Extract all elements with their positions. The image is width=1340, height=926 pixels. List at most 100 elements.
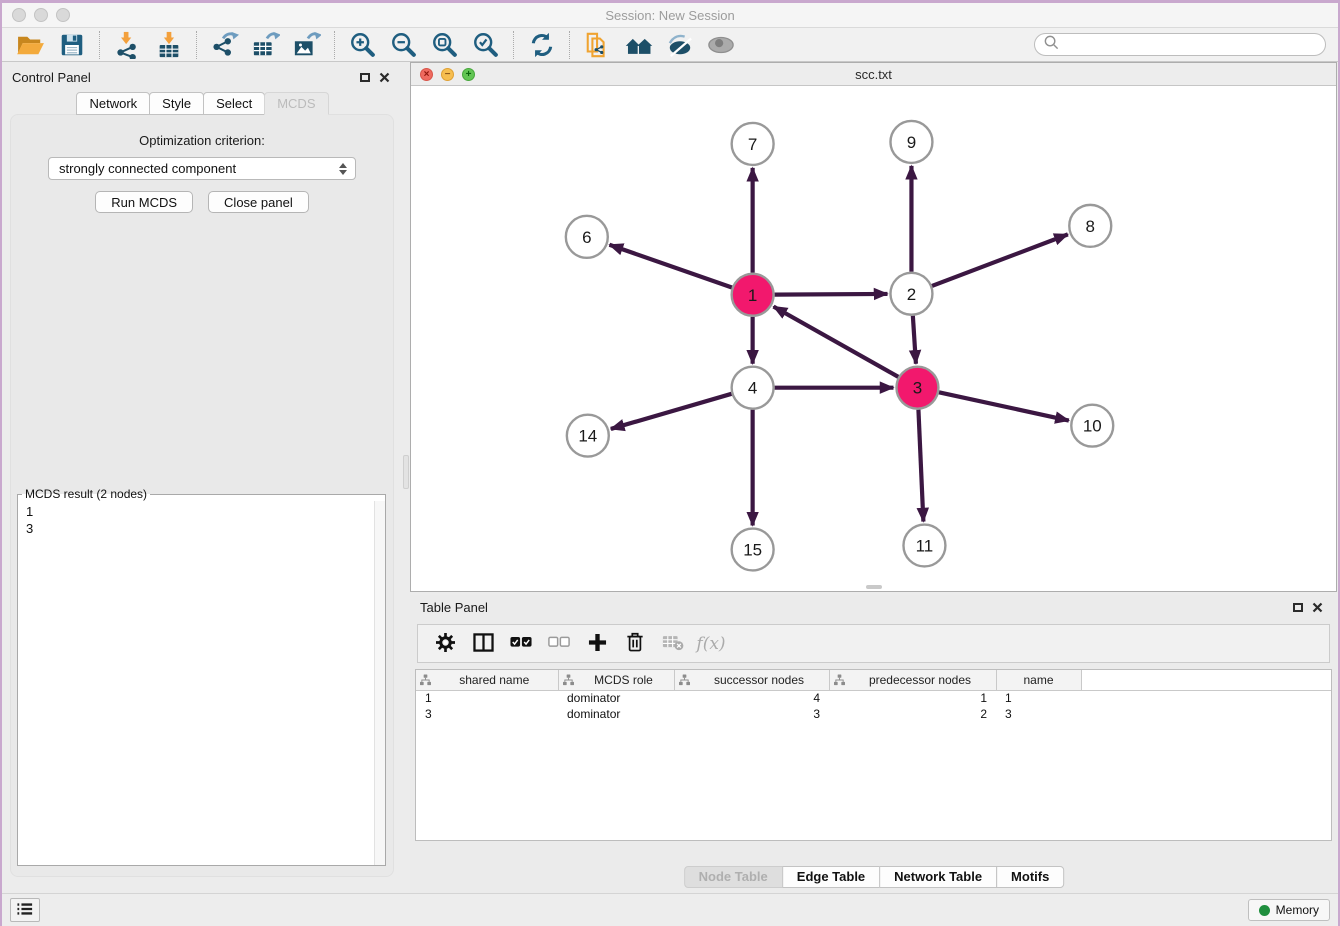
run-mcds-button[interactable]: Run MCDS — [95, 191, 193, 213]
column-header[interactable]: predecessor nodes — [829, 670, 996, 690]
tab-edge-table[interactable]: Edge Table — [782, 866, 880, 888]
graph-edge-2-3[interactable] — [913, 316, 916, 364]
add-row-button[interactable] — [583, 629, 611, 659]
table-cell[interactable]: dominator — [558, 706, 674, 722]
graph-node-3[interactable]: 3 — [896, 367, 938, 409]
window-titlebar: Session: New Session — [2, 3, 1338, 28]
graph-node-4[interactable]: 4 — [732, 367, 774, 409]
table-row[interactable]: 1dominator411 — [416, 690, 1331, 706]
svg-text:10: 10 — [1083, 417, 1102, 436]
graph-node-15[interactable]: 15 — [732, 529, 774, 571]
svg-text:7: 7 — [748, 135, 757, 154]
column-header[interactable]: shared name — [416, 670, 558, 690]
result-scrollbar[interactable] — [374, 501, 385, 865]
export-table-button[interactable] — [245, 30, 286, 60]
table-settings-button[interactable] — [431, 629, 459, 659]
table-cell[interactable]: 4 — [674, 690, 829, 706]
canvas-hscrollbar[interactable] — [866, 585, 882, 589]
zoom-fit-button[interactable] — [424, 30, 465, 60]
graph-edge-3-10[interactable] — [939, 392, 1069, 420]
graph-edge-2-8[interactable] — [932, 234, 1068, 286]
table-row[interactable]: 3dominator323 — [416, 706, 1331, 722]
window-close-button[interactable] — [12, 8, 26, 22]
copy-style-button[interactable] — [577, 30, 618, 60]
show-all-button[interactable] — [700, 30, 741, 60]
table-cell-filler — [1081, 706, 1331, 722]
mcds-result-list: 13 — [18, 501, 385, 865]
zoom-in-button[interactable] — [342, 30, 383, 60]
unselect-all-button[interactable] — [545, 629, 573, 659]
panel-splitter[interactable] — [402, 62, 410, 893]
network-minimize-button[interactable]: − — [441, 68, 454, 81]
close-panel-button[interactable]: Close panel — [208, 191, 309, 213]
open-file-button[interactable] — [10, 30, 51, 60]
optimization-select[interactable]: strongly connected component — [48, 157, 356, 180]
network-close-button[interactable]: × — [420, 68, 433, 81]
trash-icon — [626, 632, 644, 655]
zoom-out-button[interactable] — [383, 30, 424, 60]
graph-node-11[interactable]: 11 — [903, 525, 945, 567]
graph-edge-3-11[interactable] — [918, 410, 923, 522]
save-session-button[interactable] — [51, 30, 92, 60]
table-cell[interactable]: dominator — [558, 690, 674, 706]
float-table-panel-icon[interactable] — [1293, 603, 1303, 612]
function-icon: f(x) — [696, 634, 725, 654]
window-zoom-button[interactable] — [56, 8, 70, 22]
export-image-button[interactable] — [286, 30, 327, 60]
column-filler — [1081, 670, 1331, 690]
table-cell[interactable]: 3 — [996, 706, 1081, 722]
task-history-button[interactable] — [10, 898, 40, 922]
window-minimize-button[interactable] — [34, 8, 48, 22]
refresh-button[interactable] — [521, 30, 562, 60]
splitter-handle[interactable] — [403, 455, 409, 489]
graph-node-14[interactable]: 14 — [567, 415, 609, 457]
close-table-panel-icon[interactable] — [1312, 602, 1323, 613]
tab-style[interactable]: Style — [149, 92, 204, 115]
graph-node-9[interactable]: 9 — [890, 121, 932, 163]
graph-edge-1-6[interactable] — [609, 245, 731, 288]
network-canvas[interactable]: 7 9 6 8 1 2 4 3 14 10 15 11 — [411, 86, 1336, 591]
tab-network[interactable]: Network — [76, 92, 150, 115]
float-panel-icon[interactable] — [360, 73, 370, 82]
delete-row-button[interactable] — [621, 629, 649, 659]
show-columns-button[interactable] — [469, 629, 497, 659]
column-header[interactable]: name — [996, 670, 1081, 690]
graph-edge-3-1[interactable] — [774, 307, 899, 377]
memory-label: Memory — [1276, 903, 1319, 917]
column-header[interactable]: MCDS role — [558, 670, 674, 690]
graph-node-6[interactable]: 6 — [566, 216, 608, 258]
table-cell[interactable]: 2 — [829, 706, 996, 722]
hide-selected-button[interactable] — [659, 30, 700, 60]
table-cell[interactable]: 1 — [416, 690, 558, 706]
table-cell[interactable]: 3 — [416, 706, 558, 722]
select-all-button[interactable] — [507, 629, 535, 659]
search-box[interactable] — [1034, 33, 1326, 56]
graph-edge-1-2[interactable] — [775, 294, 888, 295]
table-cell[interactable]: 1 — [996, 690, 1081, 706]
table-panel: Table Panel f(x) — [410, 595, 1337, 893]
home-button[interactable] — [618, 30, 659, 60]
zoom-selected-button[interactable] — [465, 30, 506, 60]
tab-mcds[interactable]: MCDS — [264, 92, 328, 115]
import-table-button[interactable] — [148, 30, 189, 60]
tab-network-table[interactable]: Network Table — [879, 866, 997, 888]
table-cell[interactable]: 1 — [829, 690, 996, 706]
network-zoom-button[interactable]: + — [462, 68, 475, 81]
import-network-button[interactable] — [107, 30, 148, 60]
graph-node-1[interactable]: 1 — [732, 274, 774, 316]
tab-select[interactable]: Select — [203, 92, 265, 115]
graph-node-2[interactable]: 2 — [890, 273, 932, 315]
memory-button[interactable]: Memory — [1248, 899, 1330, 921]
graph-node-8[interactable]: 8 — [1069, 205, 1111, 247]
graph-node-7[interactable]: 7 — [732, 123, 774, 165]
column-header[interactable]: successor nodes — [674, 670, 829, 690]
tab-motifs[interactable]: Motifs — [996, 866, 1064, 888]
search-input[interactable] — [1060, 38, 1317, 52]
tab-node-table[interactable]: Node Table — [684, 866, 783, 888]
export-network-button[interactable] — [204, 30, 245, 60]
control-panel-tabs: NetworkStyleSelectMCDS — [2, 92, 402, 115]
graph-node-10[interactable]: 10 — [1071, 405, 1113, 447]
graph-edge-4-14[interactable] — [611, 394, 732, 429]
table-cell[interactable]: 3 — [674, 706, 829, 722]
close-panel-icon[interactable] — [379, 72, 390, 83]
